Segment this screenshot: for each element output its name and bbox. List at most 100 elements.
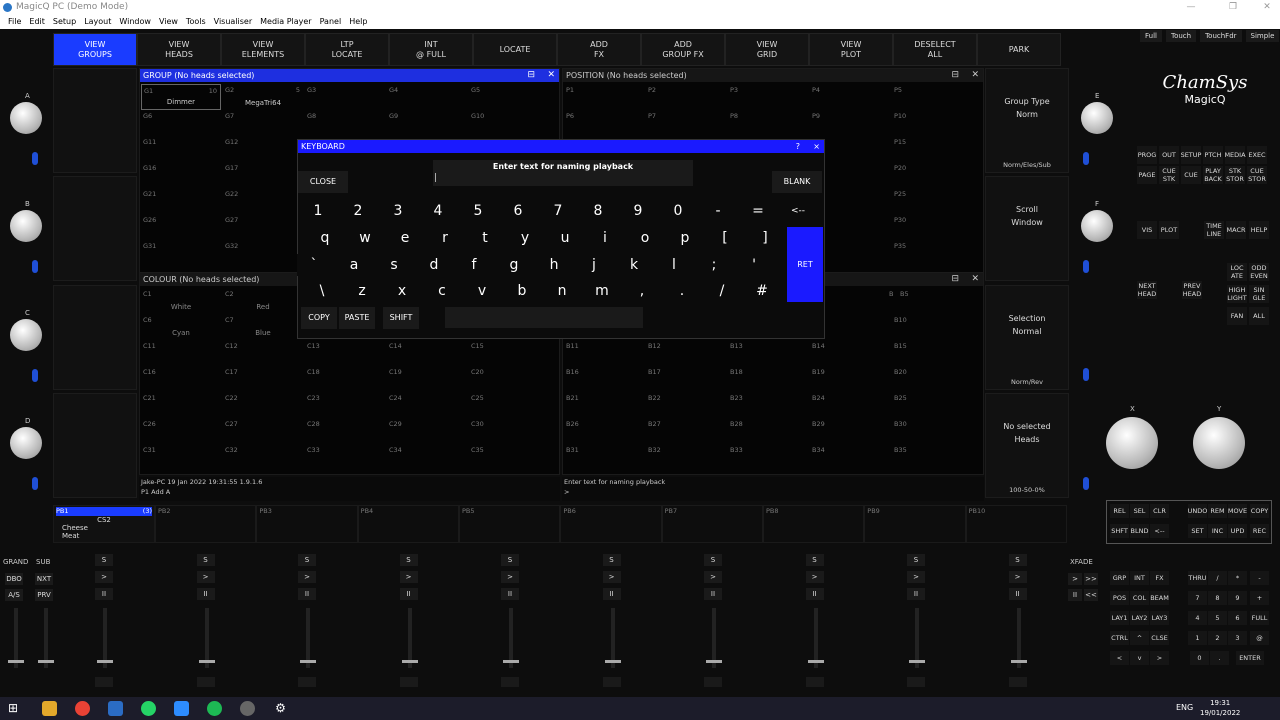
keypad-key[interactable]: > [1150,651,1169,665]
grid-cell[interactable]: G26 [141,214,221,240]
grid-cell[interactable]: P1 [564,84,644,110]
magicq-taskbar-icon[interactable] [108,701,123,716]
grid-cell[interactable]: B23 [728,392,808,418]
key-row2-3[interactable]: r [428,227,462,249]
playback-pause-button[interactable]: II [196,588,215,600]
fader-cap[interactable] [807,660,824,663]
keypad-key[interactable]: 9 [1228,591,1247,605]
close-icon[interactable]: ✕ [1254,0,1280,15]
keypad-key[interactable]: + [1250,591,1269,605]
grid-cell[interactable]: B25 [892,392,972,418]
playback-go-button[interactable]: > [298,571,316,583]
edit-key[interactable]: REM [1208,504,1227,518]
windows-start-icon[interactable]: ⊞ [8,701,22,715]
playback-6[interactable]: PB6 [560,505,662,543]
keypad-key[interactable]: - [1250,571,1269,585]
key-row3-6[interactable]: h [537,254,571,276]
key-row2-7[interactable]: i [588,227,622,249]
playback-pause-button[interactable]: II [602,588,621,600]
paste-button[interactable]: PASTE [339,307,375,329]
keypad-key[interactable]: @ [1250,631,1269,645]
fader-cap[interactable] [401,660,418,663]
grid-cell[interactable]: G6 [141,110,221,136]
grid-cell[interactable]: C15 [469,340,549,366]
grid-cell[interactable]: P35 [892,240,972,266]
grid-cell[interactable]: P25 [892,188,972,214]
playback-s-button[interactable]: S [196,554,215,566]
file-explorer-icon[interactable] [42,701,57,716]
keypad-key[interactable]: 3 [1228,631,1247,645]
key-row1-8[interactable]: 9 [621,200,655,222]
settings-icon[interactable]: ⚙ [273,701,288,716]
grid-cell[interactable]: B15 [892,340,972,366]
edit-key[interactable]: SHFT [1110,524,1129,538]
keypad-key[interactable]: 2 [1208,631,1227,645]
playback-name-input[interactable]: Enter text for naming playback [433,160,693,186]
console-key[interactable]: FAN [1227,307,1247,325]
key-row2-1[interactable]: w [348,227,382,249]
playback-pause-button[interactable]: II [298,588,316,600]
encoder-knob-icon[interactable] [1081,210,1113,242]
fader-cap[interactable] [706,660,722,663]
key-row4-10[interactable]: / [705,280,739,302]
fader-track[interactable] [712,608,716,668]
fader-flash-button[interactable] [602,677,621,687]
left-button[interactable]: PRV [35,589,53,601]
view-button-4[interactable]: INT @ FULL [389,33,473,66]
xfade-button[interactable]: > [1068,573,1082,585]
grid-cell[interactable]: C25 [469,392,549,418]
keypad-key[interactable]: 5 [1208,611,1227,625]
playback-9[interactable]: PB9 [864,505,966,543]
console-key[interactable]: CUE STOR [1247,166,1267,184]
grid-cell[interactable]: G1 10 Dimmer [141,84,221,110]
encoder-knob-icon[interactable] [10,210,42,242]
keypad-key[interactable]: ^ [1130,631,1149,645]
keypad-key[interactable]: LAY3 [1150,611,1169,625]
key-row1-10[interactable]: - [701,200,735,222]
fader-flash-button[interactable] [704,677,722,687]
console-key[interactable]: PROG [1137,146,1157,164]
keypad-key[interactable]: INT [1130,571,1149,585]
menu-file[interactable]: File [4,15,25,29]
edit-key[interactable]: REL [1110,504,1129,518]
fader-track[interactable] [103,608,107,668]
edit-key[interactable]: SEL [1130,504,1149,518]
playback-s-button[interactable]: S [399,554,418,566]
console-key[interactable]: PTCH [1203,146,1223,164]
playback-2[interactable]: PB2 [155,505,257,543]
prev-head-button[interactable]: PREV HEAD [1182,281,1202,299]
fader-cap[interactable] [1010,660,1027,663]
fader-flash-button[interactable] [907,677,925,687]
grid-cell[interactable]: C24 [387,392,467,418]
key-row4-9[interactable]: . [665,280,699,302]
key-row4-3[interactable]: c [425,280,459,302]
key-row4-4[interactable]: v [465,280,499,302]
view-button-9[interactable]: VIEW PLOT [809,33,893,66]
grid-cell[interactable]: C7 Blue [223,314,303,340]
chrome-icon[interactable] [75,701,90,716]
view-button-5[interactable]: LOCATE [473,33,557,66]
grid-cell[interactable]: C18 [305,366,385,392]
playback-s-button[interactable]: S [704,554,722,566]
view-button-3[interactable]: LTP LOCATE [305,33,389,66]
grid-cell[interactable]: G31 [141,240,221,266]
grid-cell[interactable]: P15 [892,136,972,162]
grid-cell[interactable]: C14 [387,340,467,366]
menu-panel[interactable]: Panel [316,15,346,29]
key-row3-0[interactable]: ` [297,254,331,276]
xfade-button[interactable]: << [1084,589,1098,601]
grid-cell[interactable]: G11 [141,136,221,162]
edit-key[interactable]: CLR [1150,504,1169,518]
grid-cell[interactable]: B14 [810,340,890,366]
grid-cell[interactable]: G17 [223,162,303,188]
playback-5[interactable]: PB5 [458,505,561,543]
grid-cell[interactable]: G10 [469,110,549,136]
grid-cell[interactable]: B26 [564,418,644,444]
playback-s-button[interactable]: S [501,554,519,566]
key-row1-6[interactable]: 7 [541,200,575,222]
next-head-button[interactable]: NEXT HEAD [1137,281,1157,299]
grid-cell[interactable]: P20 [892,162,972,188]
grid-cell[interactable]: B31 [564,444,644,470]
grid-cell[interactable]: P30 [892,214,972,240]
grid-cell[interactable]: G8 [305,110,385,136]
